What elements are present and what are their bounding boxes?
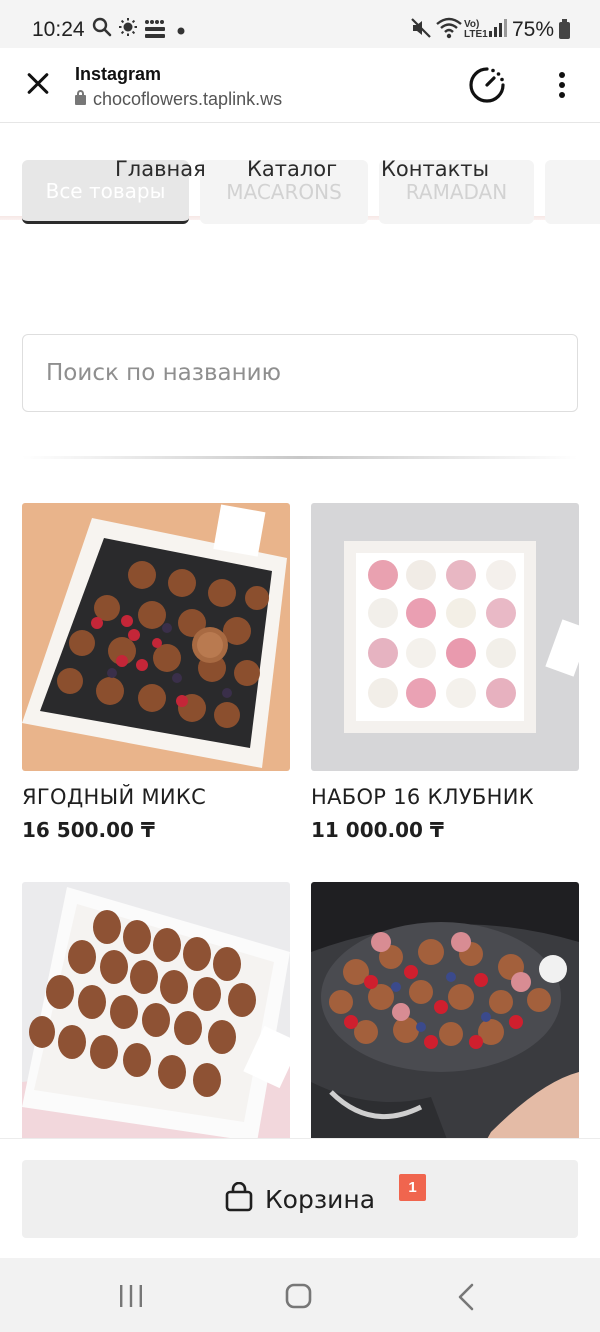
sun-icon bbox=[118, 17, 138, 42]
wifi-icon bbox=[436, 17, 462, 44]
nav-link-home[interactable]: Главная bbox=[115, 157, 206, 181]
battery-percent: 75% bbox=[511, 18, 554, 41]
mute-icon bbox=[410, 17, 432, 44]
product-price: 16 500.00 ₸ bbox=[22, 818, 155, 842]
category-strip: Все товары MACARONS RAMADAN bbox=[0, 140, 600, 230]
section-divider bbox=[22, 456, 578, 459]
back-icon[interactable] bbox=[456, 1283, 476, 1315]
recent-apps-icon[interactable] bbox=[118, 1284, 144, 1312]
product-image[interactable] bbox=[22, 503, 290, 771]
product-name[interactable]: НАБОР 16 КЛУБНИК bbox=[311, 785, 579, 809]
home-icon[interactable] bbox=[285, 1283, 313, 1313]
lock-icon bbox=[75, 90, 86, 105]
browser-toolbar: Instagram chocoflowers.taplink.ws bbox=[0, 48, 600, 123]
url-text: chocoflowers.taplink.ws bbox=[93, 89, 283, 109]
product-image[interactable] bbox=[311, 503, 579, 771]
search-input[interactable] bbox=[23, 335, 577, 411]
cart-button[interactable]: Корзина 1 bbox=[22, 1160, 578, 1238]
shopping-bag-icon bbox=[225, 1181, 253, 1216]
product-card[interactable] bbox=[22, 882, 290, 1164]
product-name[interactable]: ЯГОДНЫЙ МИКС bbox=[22, 785, 290, 809]
dot-icon bbox=[176, 20, 186, 45]
status-time: 10:24 bbox=[32, 18, 85, 41]
product-image[interactable] bbox=[311, 882, 579, 1150]
search-icon bbox=[92, 17, 112, 42]
nav-link-catalog[interactable]: Каталог bbox=[247, 157, 337, 181]
detmir-notification-icon bbox=[144, 19, 166, 46]
battery-icon bbox=[559, 19, 570, 39]
close-icon[interactable] bbox=[22, 68, 54, 100]
category-tab-more[interactable] bbox=[545, 160, 600, 224]
browser-title: Instagram bbox=[75, 64, 162, 84]
product-card[interactable] bbox=[311, 882, 579, 1164]
cart-count-badge: 1 bbox=[399, 1174, 426, 1201]
status-bar: 10:24 Vo) LTE1 75% bbox=[0, 0, 600, 48]
cart-bar: Корзина 1 bbox=[0, 1138, 600, 1258]
more-menu-icon[interactable] bbox=[552, 70, 572, 100]
volte-icon: Vo) LTE1 bbox=[464, 19, 488, 40]
product-card[interactable]: НАБОР 16 КЛУБНИК 11 000.00 ₸ bbox=[311, 503, 579, 842]
browser-url[interactable]: chocoflowers.taplink.ws bbox=[75, 89, 282, 110]
system-nav-bar bbox=[0, 1258, 600, 1332]
product-price: 11 000.00 ₸ bbox=[311, 818, 444, 842]
search-box bbox=[22, 334, 578, 412]
product-card[interactable]: ЯГОДНЫЙ МИКС 16 500.00 ₸ bbox=[22, 503, 290, 842]
signal-icon bbox=[488, 17, 508, 44]
cart-label: Корзина bbox=[264, 1184, 376, 1214]
product-image[interactable] bbox=[22, 882, 290, 1150]
timer-icon[interactable] bbox=[468, 66, 506, 104]
nav-link-contacts[interactable]: Контакты bbox=[381, 157, 489, 181]
